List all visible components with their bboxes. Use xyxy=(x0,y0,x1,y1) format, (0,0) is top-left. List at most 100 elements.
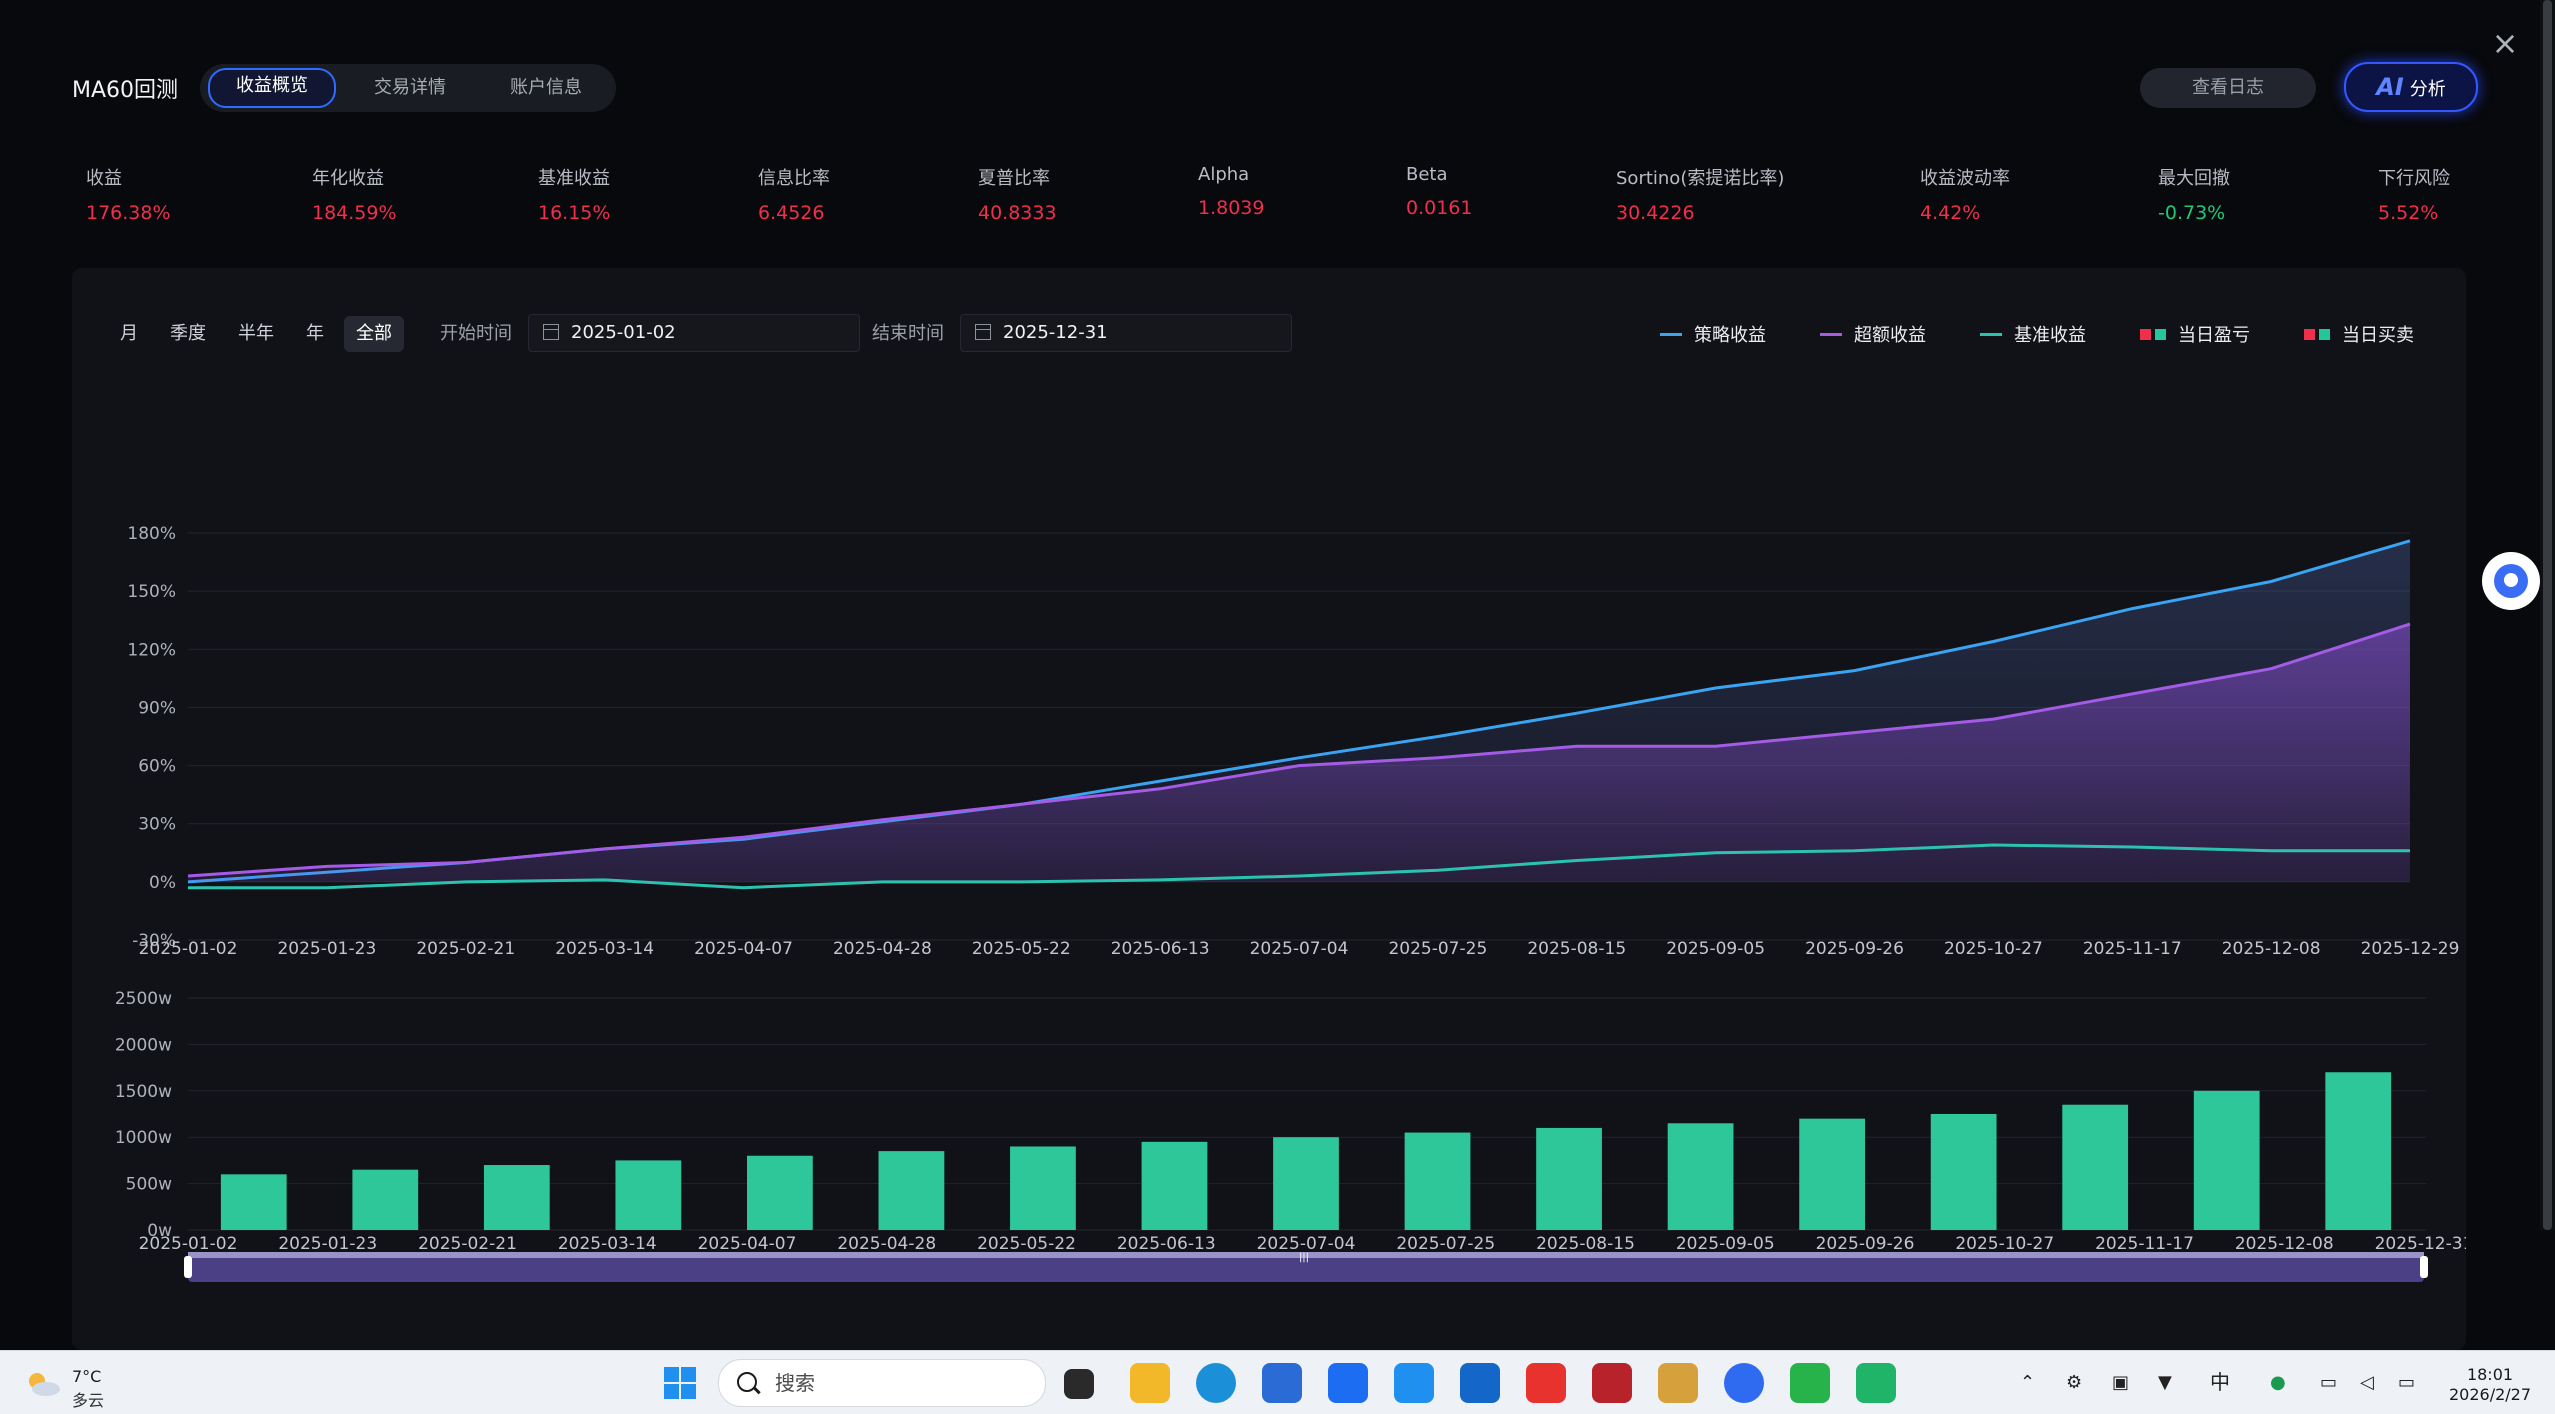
tab-account-info[interactable]: 账户信息 xyxy=(484,70,608,106)
range-slider[interactable]: ||| xyxy=(184,1252,2428,1282)
x-tick-label: 2025-12-08 xyxy=(2235,1234,2334,1254)
metric-label: Beta xyxy=(1406,164,1472,185)
active-app-icon[interactable] xyxy=(1724,1363,1764,1403)
ai-analysis-button[interactable]: AI分析 xyxy=(2344,62,2478,112)
network-icon[interactable]: ▭ xyxy=(2320,1351,2337,1414)
edge-browser-icon[interactable] xyxy=(1196,1363,1236,1403)
metric-label: 信息比率 xyxy=(758,164,830,190)
y-tick-label: 1500w xyxy=(115,1082,172,1102)
bar xyxy=(615,1160,681,1230)
bar xyxy=(1931,1114,1997,1230)
y-tick-label: 2000w xyxy=(115,1035,172,1055)
y-tick-label: 0% xyxy=(149,873,176,893)
y-tick-label: 60% xyxy=(138,757,176,777)
app-wh-icon[interactable] xyxy=(1592,1363,1632,1403)
tray-app-icon[interactable]: ▼ xyxy=(2158,1351,2172,1414)
metric-value: 6.4526 xyxy=(758,202,830,224)
search-placeholder: 搜索 xyxy=(775,1360,815,1406)
ai-analysis-label: 分析 xyxy=(2410,79,2446,100)
y-tick-label: 90% xyxy=(138,698,176,718)
metric-label: 基准收益 xyxy=(538,164,610,190)
x-tick-label: 2025-04-28 xyxy=(837,1234,936,1254)
x-tick-label: 2025-12-31 xyxy=(2375,1234,2466,1254)
x-tick-label: 2025-05-22 xyxy=(972,939,1071,959)
x-tick-label: 2025-09-05 xyxy=(1666,939,1765,959)
bar xyxy=(2194,1091,2260,1230)
y-tick-label: 1000w xyxy=(115,1128,172,1148)
outlook-icon[interactable] xyxy=(1460,1363,1500,1403)
x-tick-label: 2025-06-13 xyxy=(1111,939,1210,959)
windows-start-icon[interactable] xyxy=(660,1363,700,1403)
close-icon[interactable]: × xyxy=(2490,28,2520,58)
range-slider-right-handle[interactable] xyxy=(2420,1256,2428,1278)
metric-label: 收益波动率 xyxy=(1920,164,2010,190)
page-scrollbar[interactable] xyxy=(2540,0,2555,1230)
x-tick-label: 2025-09-05 xyxy=(1676,1234,1775,1254)
tray-notes-icon[interactable]: ▣ xyxy=(2112,1351,2129,1414)
app-bag-icon[interactable] xyxy=(1394,1363,1434,1403)
x-tick-label: 2025-04-07 xyxy=(694,939,793,959)
metric-value: 30.4226 xyxy=(1616,202,1784,224)
bar xyxy=(1010,1146,1076,1230)
file-explorer-icon[interactable] xyxy=(1130,1363,1170,1403)
x-tick-label: 2025-12-29 xyxy=(2361,939,2460,959)
windows-taskbar: 7°C 多云 搜索 ⌃ ⚙ ▣ ▼ 中 ● ▭ ◁ ▭ 18:01 2026/2… xyxy=(0,1350,2555,1414)
weather-widget[interactable]: 7°C 多云 xyxy=(24,1365,144,1405)
x-tick-label: 2025-06-13 xyxy=(1117,1234,1216,1254)
tray-toggle-icon[interactable]: ⚙ xyxy=(2066,1351,2082,1414)
chart-panel: 月 季度 半年 年 全部 开始时间 2025-01-02 结束时间 2025-1… xyxy=(72,268,2466,1350)
taskbar-clock[interactable]: 18:01 2026/2/27 xyxy=(2440,1365,2540,1405)
battery-icon[interactable]: ▭ xyxy=(2398,1351,2415,1414)
metric-sharpe-ratio: 夏普比率40.8333 xyxy=(978,164,1057,224)
metric-beta: Beta0.0161 xyxy=(1406,164,1472,219)
y-tick-label: 150% xyxy=(127,582,176,602)
range-slider-left-handle[interactable] xyxy=(184,1256,192,1278)
chat-bubble-icon[interactable] xyxy=(2482,552,2540,610)
scrollbar-thumb[interactable] xyxy=(2543,0,2552,1230)
wps-icon[interactable] xyxy=(1526,1363,1566,1403)
metric-value: 176.38% xyxy=(86,202,171,224)
y-tick-label: 30% xyxy=(138,815,176,835)
charts-svg: 180%150%120%90%60%30%0%-30%2025-01-02202… xyxy=(72,268,2466,1288)
metric-label: 收益 xyxy=(86,164,171,190)
bar xyxy=(1536,1128,1602,1230)
tab-trade-details[interactable]: 交易详情 xyxy=(348,70,472,106)
metric-value: 16.15% xyxy=(538,202,610,224)
weather-description: 多云 xyxy=(72,1387,104,1411)
view-log-button[interactable]: 查看日志 xyxy=(2140,68,2316,108)
backtest-window: MA60回测 收益概览 交易详情 账户信息 查看日志 AI分析 × 收益176.… xyxy=(0,0,2555,1350)
y-tick-label: 500w xyxy=(126,1175,172,1195)
x-tick-label: 2025-01-02 xyxy=(139,1234,238,1254)
metric-label: 年化收益 xyxy=(312,164,397,190)
x-tick-label: 2025-04-07 xyxy=(698,1234,797,1254)
metric-value: -0.73% xyxy=(2158,202,2230,224)
chat-app-icon[interactable] xyxy=(1856,1363,1896,1403)
tray-green-icon[interactable]: ● xyxy=(2270,1351,2286,1414)
x-tick-label: 2025-02-21 xyxy=(416,939,515,959)
bar xyxy=(352,1170,418,1230)
tray-chevron-icon[interactable]: ⌃ xyxy=(2020,1351,2035,1414)
tab-overview[interactable]: 收益概览 xyxy=(208,68,336,108)
range-slider-grip[interactable]: ||| xyxy=(1299,1252,1309,1263)
app-w-icon[interactable] xyxy=(1328,1363,1368,1403)
x-tick-label: 2025-11-17 xyxy=(2083,939,2182,959)
metric-benchmark-return: 基准收益 16.15% xyxy=(538,164,610,224)
x-tick-label: 2025-07-04 xyxy=(1257,1234,1356,1254)
taskbar-search[interactable]: 搜索 xyxy=(718,1359,1046,1407)
metrics-row: 收益176.38% 年化收益184.59% 基准收益16.15% 信息比率6.4… xyxy=(86,164,2466,224)
metric-alpha: Alpha1.8039 xyxy=(1198,164,1264,219)
x-tick-label: 2025-08-15 xyxy=(1536,1234,1635,1254)
store-icon[interactable] xyxy=(1262,1363,1302,1403)
metric-label: 最大回撤 xyxy=(2158,164,2230,190)
task-view-icon[interactable] xyxy=(1064,1369,1094,1399)
metric-label: 下行风险 xyxy=(2378,164,2450,190)
y-tick-label: 120% xyxy=(127,640,176,660)
wechat-icon[interactable] xyxy=(1790,1363,1830,1403)
app-three-icon[interactable] xyxy=(1658,1363,1698,1403)
ime-indicator[interactable]: 中 xyxy=(2210,1351,2230,1414)
metric-value: 40.8333 xyxy=(978,202,1057,224)
x-tick-label: 2025-03-14 xyxy=(558,1234,657,1254)
metric-volatility: 收益波动率4.42% xyxy=(1920,164,2010,224)
volume-icon[interactable]: ◁ xyxy=(2360,1351,2374,1414)
x-tick-label: 2025-11-17 xyxy=(2095,1234,2194,1254)
